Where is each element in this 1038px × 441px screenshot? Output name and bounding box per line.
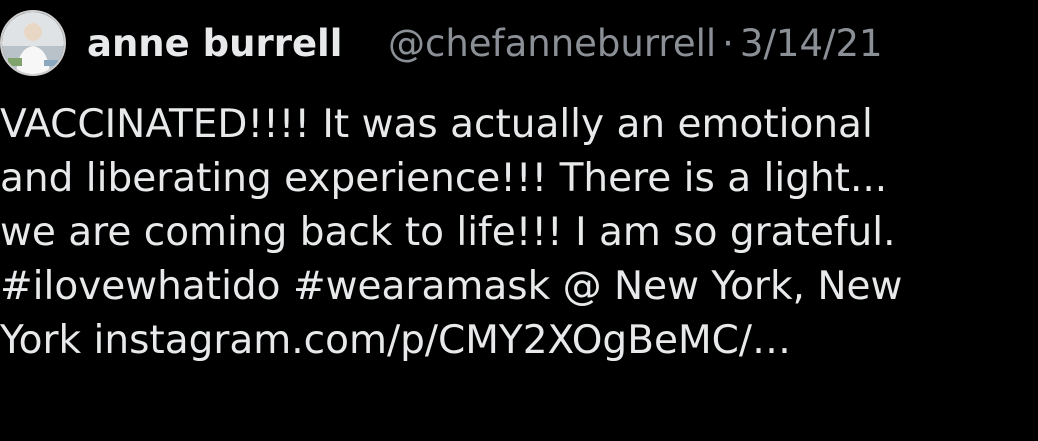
instagram-link[interactable]: instagram.com/p/CMY2XOgBeMC/… <box>94 318 791 363</box>
hashtag-ilovewhatido[interactable]: #ilovewhatido <box>0 264 281 309</box>
author-handle[interactable]: @chefanneburrell <box>388 22 716 65</box>
tweet-text-line: York instagram.com/p/CMY2XOgBeMC/… <box>0 314 1038 368</box>
tweet-text-line: and liberating experience!!! There is a … <box>0 156 888 201</box>
tweet-text-line: we are coming back to life!!! I am so gr… <box>0 210 896 255</box>
author-meta: @chefanneburrell · 3/14/21 <box>388 22 883 66</box>
location-text-tail: York <box>0 318 82 363</box>
tweet-card: anne burrell @chefanneburrell · 3/14/21 VA… <box>0 0 1038 441</box>
location-text: @ New York, New <box>562 264 903 309</box>
hashtag-wearamask[interactable]: #wearamask <box>293 264 550 309</box>
tweet-text: VACCINATED!!!! It was actually an emotio… <box>0 98 1038 368</box>
author-avatar[interactable] <box>0 10 66 76</box>
tweet-text-line: #ilovewhatido #wearamask @ New York, New <box>0 260 1038 314</box>
profile-photo-icon <box>2 12 64 74</box>
tweet-text-line: VACCINATED!!!! It was actually an emotio… <box>0 102 873 147</box>
tweet-date[interactable]: 3/14/21 <box>740 22 883 65</box>
meta-separator: · <box>722 22 734 65</box>
author-display-name[interactable]: anne burrell <box>87 22 342 66</box>
